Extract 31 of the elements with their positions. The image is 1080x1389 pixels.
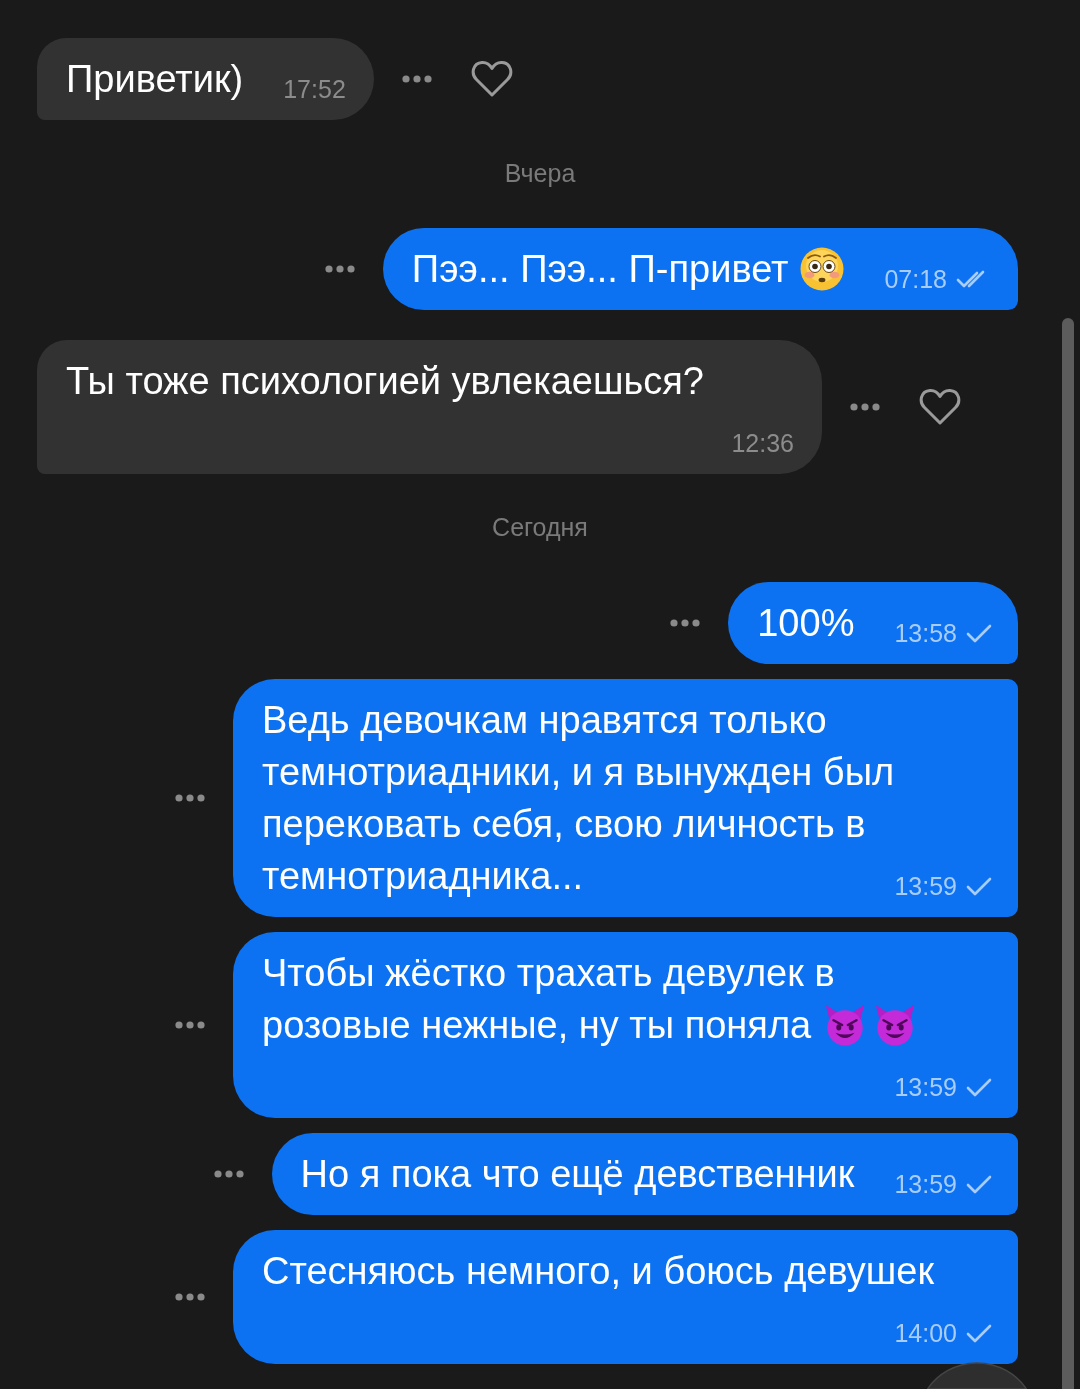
message-text: Пээ... Пээ... П-привет <box>411 248 789 290</box>
more-icon[interactable] <box>175 794 205 802</box>
message-time: 07:18 <box>884 264 947 294</box>
message-time: 13:59 <box>894 871 957 901</box>
more-icon[interactable] <box>324 265 355 273</box>
flushed-face-icon <box>800 247 845 291</box>
floating-button[interactable] <box>927 1362 1027 1389</box>
message-time: 12:36 <box>731 428 794 458</box>
message-time: 13:59 <box>894 1072 957 1102</box>
message-text: Но я пока что ещё девственник <box>300 1153 855 1195</box>
heart-icon[interactable] <box>919 388 961 426</box>
more-icon[interactable] <box>175 1021 205 1029</box>
message-text: Стесняюсь немного, и боюсь девушек <box>262 1250 935 1292</box>
heart-icon[interactable] <box>470 60 513 98</box>
message-text: Ты тоже психологией увлекаешься? <box>66 360 704 402</box>
message-time: 14:00 <box>894 1318 957 1348</box>
message-text: Приветик) <box>66 58 244 100</box>
date-separator: Сегодня <box>492 512 588 542</box>
more-icon[interactable] <box>175 1293 205 1301</box>
more-icon[interactable] <box>670 619 701 627</box>
date-separator: Вчера <box>504 158 576 188</box>
scrollbar-thumb[interactable] <box>1062 318 1074 1389</box>
message-text: Чтобы жёстко трахать девулек в розовые нежные, ну ты поняла <box>262 952 835 1046</box>
more-icon[interactable] <box>850 403 880 411</box>
message-time: 13:59 <box>894 1169 957 1199</box>
more-icon[interactable] <box>213 1170 244 1178</box>
message-time: 17:52 <box>283 74 346 104</box>
more-icon[interactable] <box>401 75 432 83</box>
message-time: 13:58 <box>894 618 957 648</box>
message-text: 100% <box>757 602 855 644</box>
message-text: Ведь девочкам нравятся только темнотриадники, и я вынужден был перековать себя, свою личность в темнотриадника... <box>262 699 895 897</box>
